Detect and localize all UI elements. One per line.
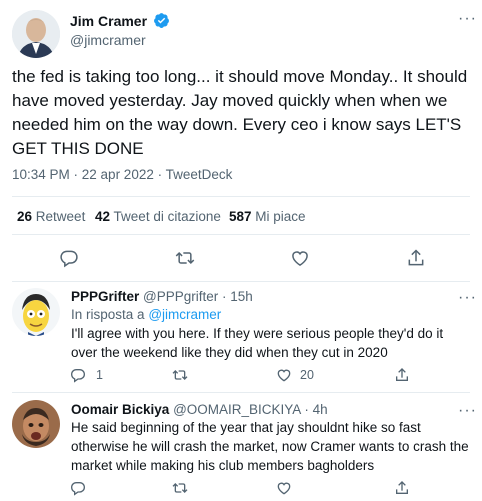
reply-author-handle[interactable]: @PPPgrifter xyxy=(143,289,218,304)
share-button[interactable] xyxy=(406,248,426,268)
retweets-label: Retweet xyxy=(35,209,86,224)
author-avatar[interactable] xyxy=(12,10,60,58)
reply-retweet-button[interactable] xyxy=(172,367,188,383)
divider xyxy=(12,234,470,235)
reply-icon xyxy=(70,482,86,496)
quotes-stat[interactable]: 42 Tweet di citazione xyxy=(95,209,221,224)
quotes-count: 42 xyxy=(95,209,111,224)
retweets-stat[interactable]: 26 Retweet xyxy=(17,209,85,224)
reply-time[interactable]: · 15h xyxy=(222,289,253,304)
reply-avatar[interactable] xyxy=(12,288,60,336)
reply-like-button[interactable] xyxy=(276,480,292,496)
author-handle[interactable]: @jimcramer xyxy=(70,32,146,48)
heart-icon xyxy=(277,369,291,382)
likes-stat[interactable]: 587 Mi piace xyxy=(229,209,306,224)
reply-avatar[interactable] xyxy=(12,400,60,448)
retweet-icon xyxy=(175,251,195,265)
quotes-label: Tweet di citazione xyxy=(113,209,221,224)
tweet-timestamp[interactable]: 10:34 PM · 22 apr 2022 · TweetDeck xyxy=(12,167,232,182)
author-name[interactable]: Jim Cramer xyxy=(70,13,147,29)
reply-share-button[interactable] xyxy=(394,480,410,496)
reply-like-button[interactable]: 20 xyxy=(276,367,314,383)
in-reply-to: In risposta a @jimcramer xyxy=(71,307,221,322)
in-reply-handle-link[interactable]: @jimcramer xyxy=(148,307,221,322)
reply-author-name[interactable]: PPPGrifter xyxy=(71,289,139,304)
tweet-text: the fed is taking too long... it should … xyxy=(12,67,468,158)
retweet-button[interactable] xyxy=(175,248,195,268)
reply-header: Oomair Bickiya @OOMAIR_BICKIYA · 4h xyxy=(71,402,328,417)
likes-label: Mi piace xyxy=(255,209,306,224)
retweet-icon xyxy=(172,370,188,380)
reply-reply-button[interactable] xyxy=(70,480,86,496)
reply-text: He said beginning of the year that jay s… xyxy=(71,420,469,473)
in-reply-prefix: In risposta a xyxy=(71,307,145,322)
verified-badge-icon xyxy=(153,12,170,29)
author-name-text[interactable]: Jim Cramer xyxy=(70,13,147,29)
reply-more-options-icon[interactable]: ··· xyxy=(458,290,477,306)
reply-time[interactable]: · 4h xyxy=(304,402,327,417)
reply-button[interactable] xyxy=(59,248,79,268)
reply-icon xyxy=(60,250,78,268)
reply-text: I'll agree with you here. If they were s… xyxy=(71,326,444,360)
reply-retweet-button[interactable] xyxy=(172,480,188,496)
share-icon xyxy=(396,368,408,381)
reply-header: PPPGrifter @PPPgrifter · 15h xyxy=(71,289,253,304)
reply-more-options-icon[interactable]: ··· xyxy=(458,403,477,419)
divider xyxy=(12,392,470,393)
retweets-count: 26 xyxy=(17,209,33,224)
reply-icon xyxy=(70,369,86,383)
heart-icon xyxy=(277,482,291,495)
divider xyxy=(12,281,470,282)
likes-count: 587 xyxy=(229,209,252,224)
divider xyxy=(12,196,470,197)
reply-count: 1 xyxy=(96,368,103,382)
heart-icon xyxy=(292,251,308,266)
reply-author-name[interactable]: Oomair Bickiya xyxy=(71,402,169,417)
like-count: 20 xyxy=(300,368,314,382)
reply-author-handle[interactable]: @OOMAIR_BICKIYA xyxy=(173,402,301,417)
retweet-icon xyxy=(172,483,188,493)
share-icon xyxy=(396,481,408,494)
reply-reply-button[interactable]: 1 xyxy=(70,367,103,383)
share-icon xyxy=(408,249,424,266)
like-button[interactable] xyxy=(290,248,310,268)
reply-share-button[interactable] xyxy=(394,367,410,383)
more-options-icon[interactable]: ··· xyxy=(458,11,477,27)
